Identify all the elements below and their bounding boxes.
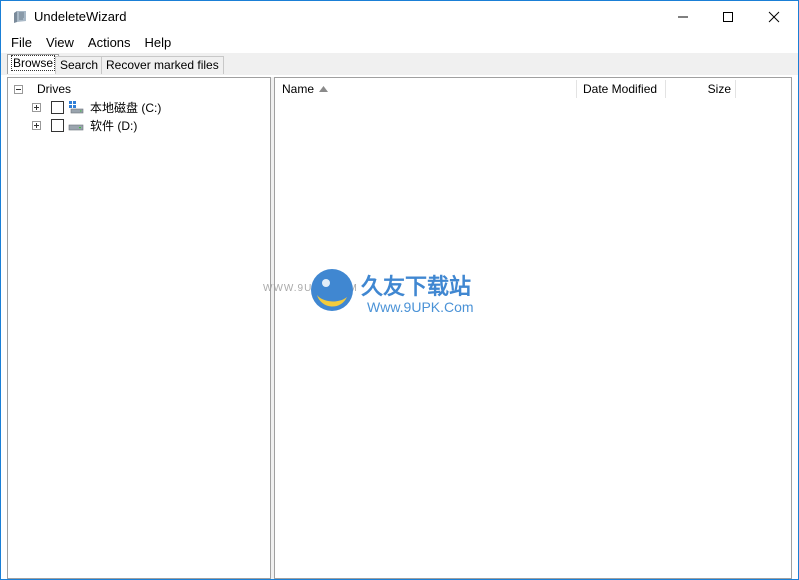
drive-d-checkbox[interactable] xyxy=(51,118,64,132)
column-name-label: Name xyxy=(282,82,315,96)
tab-recover-marked-files[interactable]: Recover marked files xyxy=(101,56,224,74)
maximize-button[interactable] xyxy=(705,1,751,33)
tree-root-label: Drives xyxy=(37,82,72,96)
collapse-icon[interactable] xyxy=(14,84,23,94)
tab-search-label: Search xyxy=(60,58,99,72)
minimize-button[interactable] xyxy=(660,1,706,33)
drive-c-label: 本地磁盘 (C:) xyxy=(90,100,162,115)
watermark-url: Www.9UPK.Com xyxy=(367,299,474,315)
column-separator[interactable] xyxy=(735,80,736,98)
column-date-modified[interactable]: Date Modified xyxy=(576,78,666,100)
watermark-brand: 久友下载站 xyxy=(361,274,472,299)
app-logo-icon xyxy=(14,11,26,23)
watermark-logo-icon xyxy=(311,269,353,311)
menu-view[interactable]: View xyxy=(39,33,81,53)
tab-browse[interactable]: Browse xyxy=(7,54,60,74)
expand-icon[interactable] xyxy=(32,102,41,112)
tree-item-drive-d[interactable]: 软件 (D:) xyxy=(32,116,137,134)
title-bar[interactable]: UndeleteWizard xyxy=(1,1,798,33)
tree-item-drive-c[interactable]: 本地磁盘 (C:) xyxy=(32,98,161,116)
menu-file[interactable]: File xyxy=(4,33,39,53)
tab-search[interactable]: Search xyxy=(55,56,104,74)
close-button[interactable] xyxy=(751,1,797,33)
column-size[interactable]: Size xyxy=(665,78,735,100)
menu-actions[interactable]: Actions xyxy=(81,33,138,53)
app-window: UndeleteWizard File View Actions Help Br… xyxy=(0,0,799,580)
maximize-icon xyxy=(723,12,733,22)
tab-strip: Browse Search Recover marked files xyxy=(1,53,798,75)
hard-drive-icon xyxy=(68,124,84,131)
drive-tree-pane[interactable]: Drives 本地磁盘 (C:) 软件 (D:) xyxy=(7,77,271,579)
watermark: WWW.9UPK.COM 久友下载站 Www.9UPK.Com xyxy=(263,263,513,341)
menu-help[interactable]: Help xyxy=(138,33,179,53)
close-icon xyxy=(768,11,780,23)
list-header: Name Date Modified Size xyxy=(275,78,791,100)
column-name[interactable]: Name xyxy=(275,78,577,100)
tree-root-drives[interactable]: Drives xyxy=(14,80,71,98)
window-title: UndeleteWizard xyxy=(34,9,127,24)
tab-browse-label: Browse xyxy=(10,55,56,71)
minimize-icon xyxy=(678,16,688,18)
drive-d-label: 软件 (D:) xyxy=(90,118,138,133)
system-drive-icon xyxy=(69,101,84,114)
tab-recover-label: Recover marked files xyxy=(106,58,219,72)
menu-bar: File View Actions Help xyxy=(1,33,798,53)
expand-icon[interactable] xyxy=(32,120,41,130)
drive-c-checkbox[interactable] xyxy=(51,100,64,114)
sort-ascending-icon xyxy=(319,86,328,92)
